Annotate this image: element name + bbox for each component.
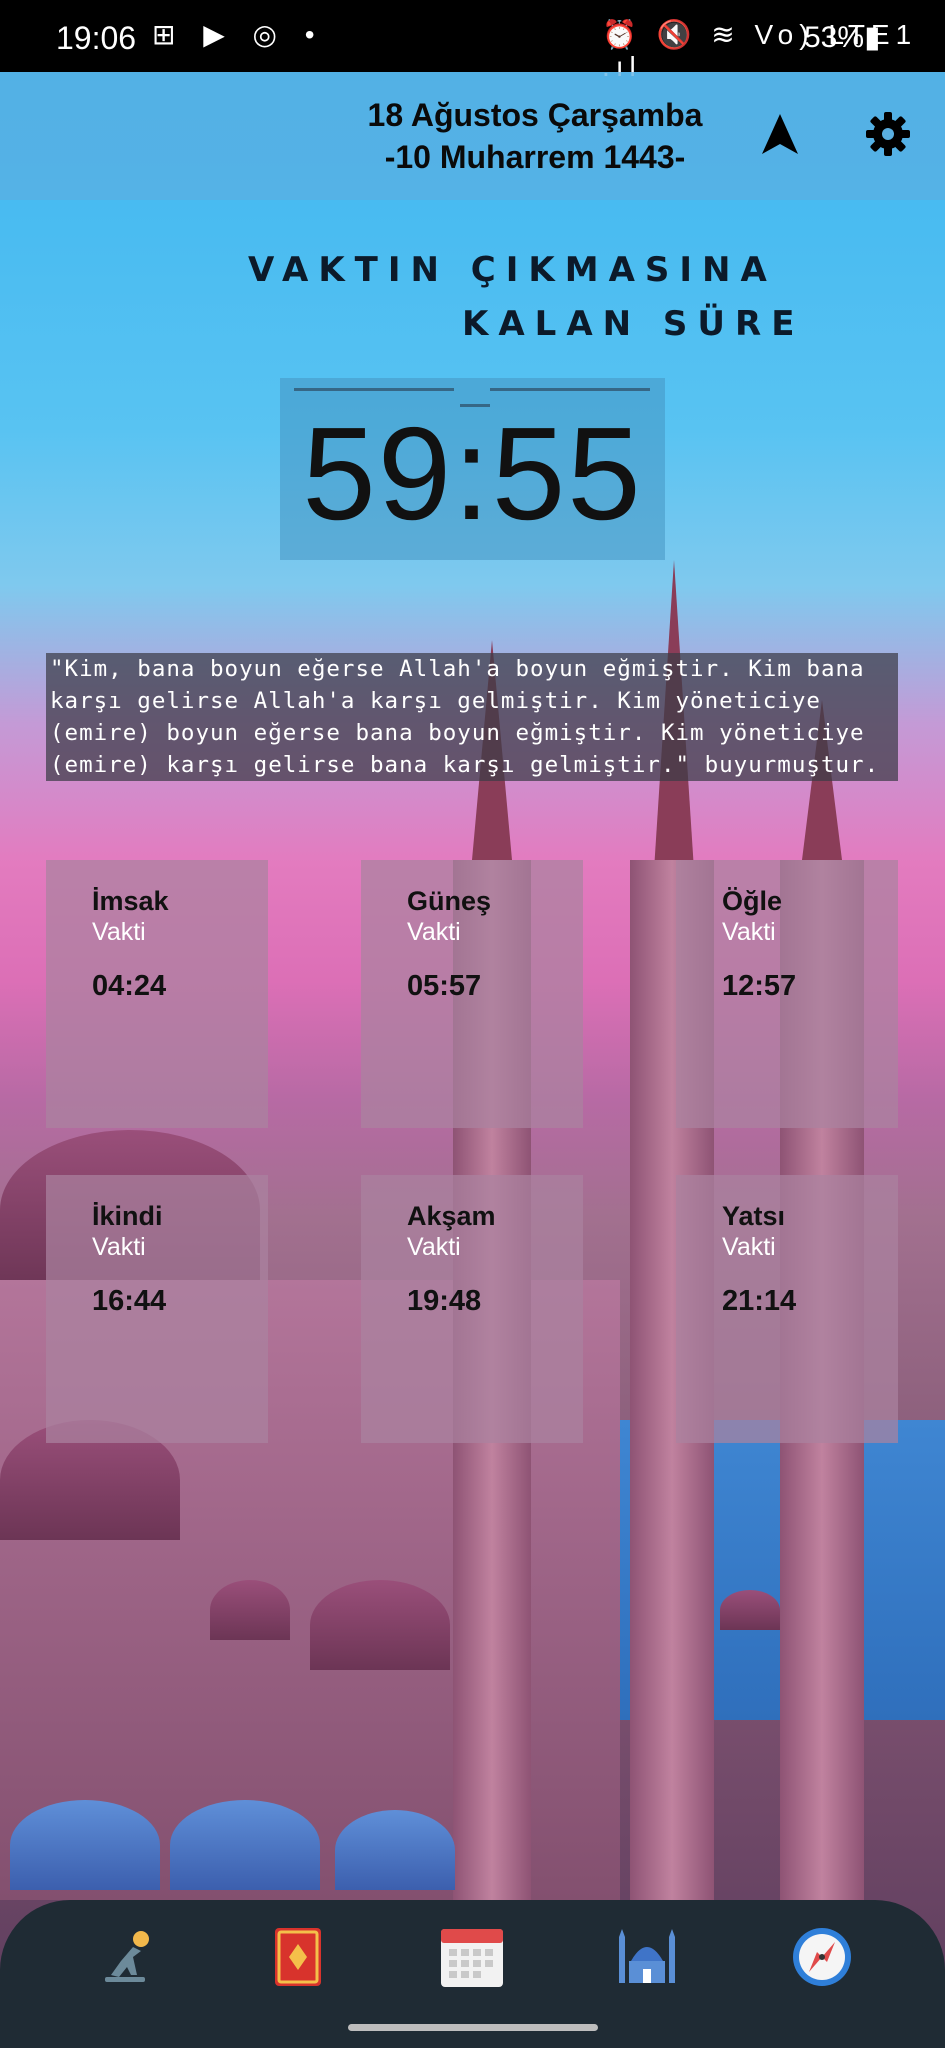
- countdown-value: 59:55: [302, 400, 643, 547]
- prayer-name: İkindi: [92, 1201, 163, 1231]
- status-time: 19:06: [56, 20, 137, 56]
- prayer-name: Güneş: [407, 886, 492, 916]
- prayer-time: 21:14: [722, 1285, 797, 1317]
- prayer-sub: Vakti: [407, 1233, 461, 1261]
- battery-indicator: 53%▮: [804, 21, 881, 54]
- countdown-title-line1: VAKTIN ÇIKMASINA: [248, 250, 777, 290]
- prayer-card-ogle[interactable]: Öğle Vakti 12:57: [676, 860, 898, 1128]
- app-screen: 19:06 ⊞ ▶ ◎ • ⏰ 🔇 ≋ Vo) LTE1 .ıl 53%▮ 18…: [0, 0, 945, 2048]
- prayer-sub: Vakti: [92, 1233, 146, 1261]
- prayer-sub: Vakti: [722, 918, 776, 946]
- nav-quran-button[interactable]: [260, 1924, 336, 1994]
- prayer-name: Öğle: [722, 886, 783, 916]
- prayer-time: 19:48: [407, 1285, 482, 1317]
- countdown-box: 59:55: [280, 378, 665, 560]
- gesture-handle[interactable]: [348, 2024, 598, 2031]
- settings-gear-icon[interactable]: [864, 110, 912, 158]
- nav-prayer-button[interactable]: [89, 1924, 165, 1994]
- hadith-text: "Kim, bana boyun eğerse Allah'a boyun eğ…: [46, 653, 898, 781]
- prayer-card-ikindi[interactable]: İkindi Vakti 16:44: [46, 1175, 268, 1443]
- prayer-time: 12:57: [722, 970, 797, 1002]
- prayer-name: Yatsı: [722, 1201, 786, 1231]
- nav-compass-button[interactable]: [784, 1924, 860, 1994]
- prayer-icon: [97, 1927, 157, 1992]
- prayer-name: İmsak: [92, 886, 169, 916]
- location-icon[interactable]: [756, 110, 804, 158]
- prayer-card-imsak[interactable]: İmsak Vakti 04:24: [46, 860, 268, 1128]
- prayer-time: 05:57: [407, 970, 482, 1002]
- hijri-date: -10 Muharrem 1443-: [384, 139, 686, 175]
- status-bar: 19:06 ⊞ ▶ ◎ • ⏰ 🔇 ≋ Vo) LTE1 .ıl 53%▮: [0, 0, 945, 82]
- prayer-card-yatsi[interactable]: Yatsı Vakti 21:14: [676, 1175, 898, 1443]
- prayer-sub: Vakti: [722, 1233, 776, 1261]
- prayer-card-gunes[interactable]: Güneş Vakti 05:57: [361, 860, 583, 1128]
- prayer-sub: Vakti: [407, 918, 461, 946]
- prayer-name: Akşam: [407, 1201, 496, 1231]
- countdown-title-line2: KALAN SÜRE: [462, 304, 805, 344]
- calendar-icon: [439, 1925, 505, 1994]
- prayer-time: 04:24: [92, 970, 167, 1002]
- prayer-sub: Vakti: [92, 918, 146, 946]
- quran-icon: [271, 1926, 325, 1993]
- nav-calendar-button[interactable]: [434, 1924, 510, 1994]
- mosque-icon: [615, 1927, 679, 1992]
- prayer-time: 16:44: [92, 1285, 167, 1317]
- compass-icon: [791, 1926, 853, 1993]
- notification-icons: ⊞ ▶ ◎ •: [152, 19, 325, 50]
- prayer-card-aksam[interactable]: Akşam Vakti 19:48: [361, 1175, 583, 1443]
- gregorian-date: 18 Ağustos Çarşamba: [367, 97, 703, 133]
- nav-mosque-button[interactable]: [609, 1924, 685, 1994]
